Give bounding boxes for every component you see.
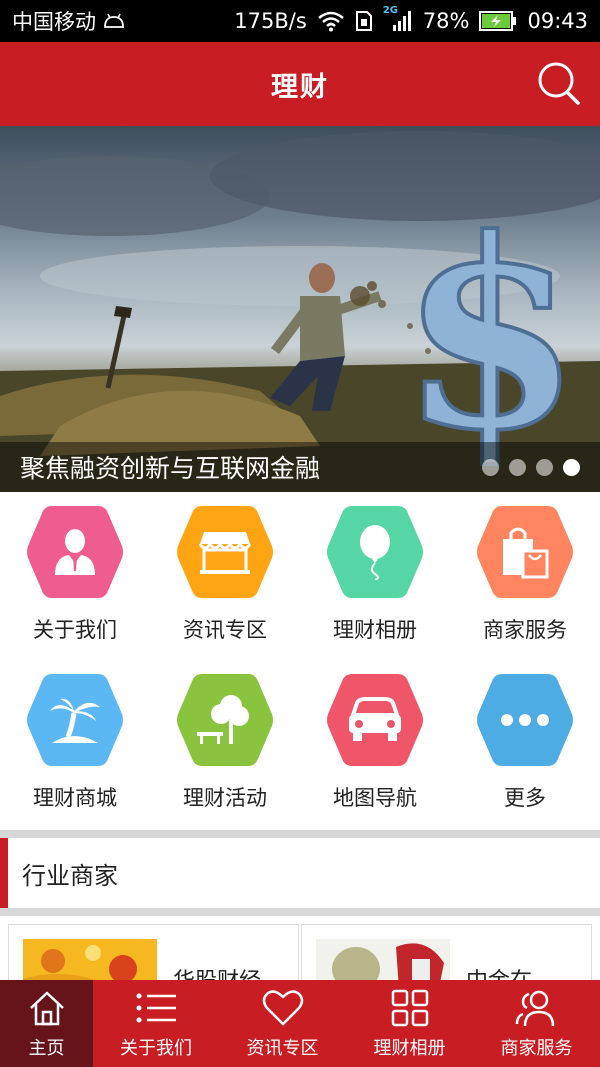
- search-button[interactable]: [536, 60, 584, 108]
- grid-item-mall[interactable]: 理财商城: [0, 670, 150, 840]
- section-divider: [0, 830, 600, 838]
- android-debug-icon: [104, 13, 124, 28]
- more-dots-icon: [501, 714, 549, 726]
- section-accent-bar: [0, 838, 8, 908]
- tab-label: 商家服务: [500, 1037, 573, 1059]
- tree-bench-icon: [197, 695, 249, 744]
- merchant-list: 华股财经 中金在...: [0, 916, 600, 980]
- home-icon: [29, 991, 64, 1025]
- tab-home[interactable]: 主页: [0, 980, 93, 1067]
- grid-item-news[interactable]: 资讯专区: [150, 502, 300, 670]
- promo-banner[interactable]: $ 聚焦融资创新与互联网金融: [0, 126, 600, 492]
- bottom-tab-bar: 主页 关于我们 资讯专区 理财相册 商家服务: [0, 980, 600, 1067]
- banner-dot-active[interactable]: [563, 458, 580, 476]
- section-header: 行业商家: [0, 838, 600, 908]
- grid-icon: [391, 989, 428, 1026]
- net-speed: 175B/s: [234, 9, 307, 33]
- grid-item-label: 资讯专区: [183, 618, 267, 642]
- hex-tile: [26, 670, 124, 770]
- hex-tile: [326, 670, 424, 770]
- palm-island-icon: [50, 698, 100, 743]
- clock: 09:43: [527, 9, 588, 33]
- banner-pagination: [482, 458, 580, 476]
- tab-label: 理财相册: [373, 1037, 446, 1059]
- list-icon: [136, 993, 176, 1022]
- app-header: 理财: [0, 42, 600, 126]
- hex-tile: [326, 502, 424, 602]
- users-icon: [515, 990, 554, 1026]
- tab-label: 资讯专区: [246, 1037, 319, 1059]
- grid-item-label: 理财商城: [33, 786, 117, 810]
- grid-item-label: 更多: [504, 786, 546, 810]
- banner-caption-bar: 聚焦融资创新与互联网金融: [0, 442, 600, 492]
- search-icon: [538, 62, 580, 105]
- grid-item-label: 理财活动: [183, 786, 267, 810]
- status-right: 175B/s 2G 78% 09:43: [234, 5, 588, 33]
- hex-tile: [476, 670, 574, 770]
- tab-label: 关于我们: [120, 1037, 192, 1059]
- car-icon: [349, 697, 401, 741]
- grid-item-label: 商家服务: [483, 618, 567, 642]
- carrier-name: 中国移动: [12, 10, 96, 34]
- grid-item-about-us[interactable]: 关于我们: [0, 502, 150, 670]
- grid-item-activities[interactable]: 理财活动: [150, 670, 300, 840]
- tab-news[interactable]: 资讯专区: [219, 980, 346, 1067]
- merchant-thumbnail: [316, 939, 450, 980]
- tab-album[interactable]: 理财相册: [346, 980, 473, 1067]
- merchant-name: 华股财经: [173, 939, 261, 980]
- grid-item-label: 理财相册: [333, 618, 417, 642]
- grid-item-label: 地图导航: [333, 786, 417, 810]
- banner-dot[interactable]: [509, 458, 526, 476]
- section-divider: [0, 908, 600, 916]
- tab-merchant-service[interactable]: 商家服务: [473, 980, 600, 1067]
- merchant-card[interactable]: 中金在...: [301, 924, 592, 980]
- signal-group: 2G: [383, 5, 413, 33]
- section-title: 行业商家: [22, 861, 118, 890]
- banner-caption: 聚焦融资创新与互联网金融: [20, 454, 321, 483]
- grid-item-more[interactable]: 更多: [450, 670, 600, 840]
- banner-dot[interactable]: [536, 458, 553, 476]
- wifi-icon: [317, 11, 344, 32]
- shopping-bag-icon: [503, 527, 549, 579]
- sim-icon: [355, 11, 372, 31]
- shop-icon: [198, 532, 252, 574]
- merchant-card[interactable]: 华股财经: [8, 924, 299, 980]
- hex-tile: [176, 502, 274, 602]
- feature-grid: 关于我们 资讯专区 理财相册 商家服务 理财商城 理财活动 地图导航 更多: [0, 492, 600, 830]
- hex-tile: [26, 502, 124, 602]
- hex-tile: [476, 502, 574, 602]
- carrier-group: 中国移动: [12, 6, 126, 36]
- tab-label: 主页: [28, 1037, 65, 1059]
- grid-item-album[interactable]: 理财相册: [300, 502, 450, 670]
- page-title: 理财: [271, 71, 329, 103]
- grid-item-map-nav[interactable]: 地图导航: [300, 670, 450, 840]
- balloon-icon: [360, 525, 390, 580]
- person-icon: [55, 529, 95, 575]
- grid-item-label: 关于我们: [33, 618, 117, 642]
- battery-percent: 78%: [422, 9, 470, 33]
- grid-item-merchant-service[interactable]: 商家服务: [450, 502, 600, 670]
- banner-dot[interactable]: [482, 458, 499, 476]
- heart-icon: [262, 989, 303, 1025]
- merchant-name: 中金在...: [466, 939, 553, 980]
- signal-icon: [392, 11, 411, 31]
- hex-tile: [176, 670, 274, 770]
- battery-charging-icon: [479, 11, 517, 31]
- tab-about-us[interactable]: 关于我们: [93, 980, 219, 1067]
- merchant-thumbnail: [23, 939, 157, 980]
- banner-image: $: [0, 131, 600, 492]
- status-bar: 中国移动 175B/s 2G 78% 09:43: [0, 0, 600, 42]
